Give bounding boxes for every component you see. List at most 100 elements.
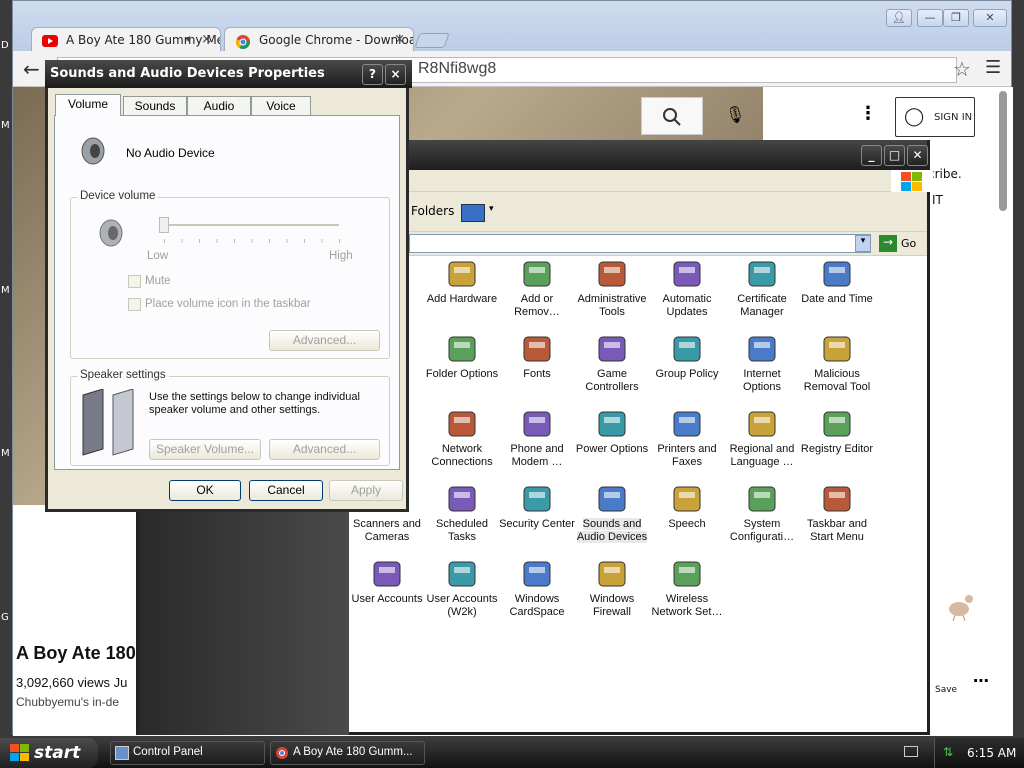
tab-volume[interactable]: Volume [55,94,121,116]
close-icon[interactable]: × [385,64,406,85]
cp-item-system-config[interactable]: System Configurati… [724,483,800,553]
bookmark-star-icon[interactable]: ☆ [953,57,971,81]
cp-item-administrative-tools[interactable]: Administrative Tools [574,258,650,328]
cp-item-automatic-updates[interactable]: Automatic Updates [649,258,725,328]
close-tab-icon[interactable]: × [394,32,405,47]
more-vert-icon[interactable]: ⋮ [859,103,877,124]
user-accounts-icon [370,558,404,590]
cp-item-windows-firewall[interactable]: Windows Firewall [574,558,650,628]
speaker-volume-button[interactable]: Speaker Volume... [149,439,261,460]
cp-item-printers-faxes[interactable]: Printers and Faxes [649,408,725,478]
cp-item-label: Speech [668,518,706,530]
tab-label: A Boy Ate 180 Gummy Me [66,33,221,47]
keyboard-icon[interactable] [904,746,918,757]
mic-icon[interactable]: 🎙︎ [725,105,745,124]
cp-item-group-policy[interactable]: Group Policy [649,333,725,403]
cp-item-fonts[interactable]: Fonts [499,333,575,403]
cp-item-label: Security Center [499,518,575,530]
taskbar-chrome[interactable]: A Boy Ate 180 Gumm... [270,741,425,765]
desktop-icon-label[interactable]: D [1,40,9,51]
start-button[interactable]: start [0,738,98,768]
desktop-icon-label[interactable]: M [1,285,10,296]
cp-item-malicious-removal[interactable]: Malicious Removal Tool [799,333,875,403]
more-actions-icon[interactable]: ⋯ [973,671,989,690]
mute-checkbox[interactable] [128,275,141,288]
tab-audio[interactable]: Audio [187,96,251,115]
scheduled-tasks-icon [445,483,479,515]
address-input[interactable] [409,234,871,253]
speaker-icon[interactable]: 🔈︎ [186,32,194,47]
cp-item-label: Scanners and Cameras [353,518,421,543]
go-arrow-icon[interactable]: → [879,235,897,252]
desktop-icon-label[interactable]: G [1,612,9,623]
chrome-menu-icon[interactable]: ☰ [985,57,1001,78]
cp-item-speech[interactable]: Speech [649,483,725,553]
close-window-icon[interactable]: ✕ [973,9,1007,27]
device-volume-group: Device volume Low High Mute Place volume… [70,190,390,359]
tab-voice[interactable]: Voice [251,96,311,115]
tab-sounds[interactable]: Sounds [123,96,187,115]
cp-item-date-time[interactable]: Date and Time [799,258,875,328]
profile-icon[interactable]: 👤︎ [886,9,912,27]
cp-item-phone-modem[interactable]: Phone and Modem … [499,408,575,478]
restore-icon[interactable]: ❐ [943,9,969,27]
cp-item-registry-editor[interactable]: Registry Editor [799,408,875,478]
automatic-updates-icon [670,258,704,290]
cp-item-add-hardware[interactable]: Add Hardware [424,258,500,328]
cp-item-scheduled-tasks[interactable]: Scheduled Tasks [424,483,500,553]
cp-item-user-accounts[interactable]: User Accounts [349,558,425,628]
taskbar-control-panel[interactable]: Control Panel [110,741,265,765]
sign-in-button[interactable]: ◯ SIGN IN [895,97,975,137]
desktop-icon-label[interactable]: M [1,120,10,131]
close-tab-icon[interactable]: × [201,32,212,47]
cancel-button[interactable]: Cancel [249,480,323,501]
cp-item-wireless-network[interactable]: Wireless Network Set… [649,558,725,628]
registry-editor-icon [820,408,854,440]
cp-item-certificate-manager[interactable]: Certificate Manager [724,258,800,328]
url-text: R8Nfi8wg8 [418,60,497,77]
apply-button[interactable]: Apply [329,480,403,501]
maximize-icon[interactable]: □ [884,145,905,166]
ok-button[interactable]: OK [169,480,241,501]
back-arrow-icon[interactable]: ← [23,57,40,81]
cp-item-network-connections[interactable]: Network Connections [424,408,500,478]
cp-item-security-center[interactable]: Security Center [499,483,575,553]
group-policy-icon [670,333,704,365]
network-icon[interactable]: ⇅ [943,745,953,759]
cp-item-user-accounts-w2k[interactable]: User Accounts (W2k) [424,558,500,628]
cp-item-game-controllers[interactable]: Game Controllers [574,333,650,403]
scrollbar-thumb[interactable] [999,91,1007,211]
address-dropdown-icon[interactable]: ▾ [855,235,871,252]
cp-item-taskbar-start[interactable]: Taskbar and Start Menu [799,483,875,553]
views-icon[interactable] [461,204,485,222]
cp-item-power-options[interactable]: Power Options [574,408,650,478]
tab-chrome-download[interactable]: Google Chrome - Download t × [224,27,414,53]
place-icon-checkbox[interactable] [128,298,141,311]
folders-button[interactable]: Folders [411,204,454,218]
views-dropdown-icon[interactable]: ▾ [489,204,494,214]
cp-item-label: Taskbar and Start Menu [807,518,867,543]
desktop-icon-label[interactable]: M [1,448,10,459]
volume-slider-thumb[interactable] [159,217,169,233]
minimize-icon[interactable]: — [917,9,943,27]
go-button[interactable]: Go [901,237,916,250]
cp-item-add-remove-programs[interactable]: Add or Remov… [499,258,575,328]
cp-item-sounds-audio[interactable]: Sounds and Audio Devices [574,483,650,553]
save-label[interactable]: Save [935,685,957,695]
minimize-icon[interactable]: _ [861,145,882,166]
cp-item-folder-options[interactable]: Folder Options [424,333,500,403]
network-connections-icon [445,408,479,440]
close-icon[interactable]: ✕ [907,145,928,166]
device-volume-label: Device volume [77,190,159,202]
dialog-titlebar[interactable]: Sounds and Audio Devices Properties ? × [45,60,412,88]
advanced-button[interactable]: Advanced... [269,330,380,351]
volume-slider-track[interactable] [163,224,339,226]
tab-youtube[interactable]: A Boy Ate 180 Gummy Me 🔈︎ × [31,27,221,53]
cp-item-internet-options[interactable]: Internet Options [724,333,800,403]
new-tab-button[interactable] [414,33,450,48]
cp-item-regional-language[interactable]: Regional and Language … [724,408,800,478]
search-button[interactable] [641,97,703,135]
help-icon[interactable]: ? [362,64,383,85]
speaker-advanced-button[interactable]: Advanced... [269,439,380,460]
cp-item-cardspace[interactable]: Windows CardSpace [499,558,575,628]
